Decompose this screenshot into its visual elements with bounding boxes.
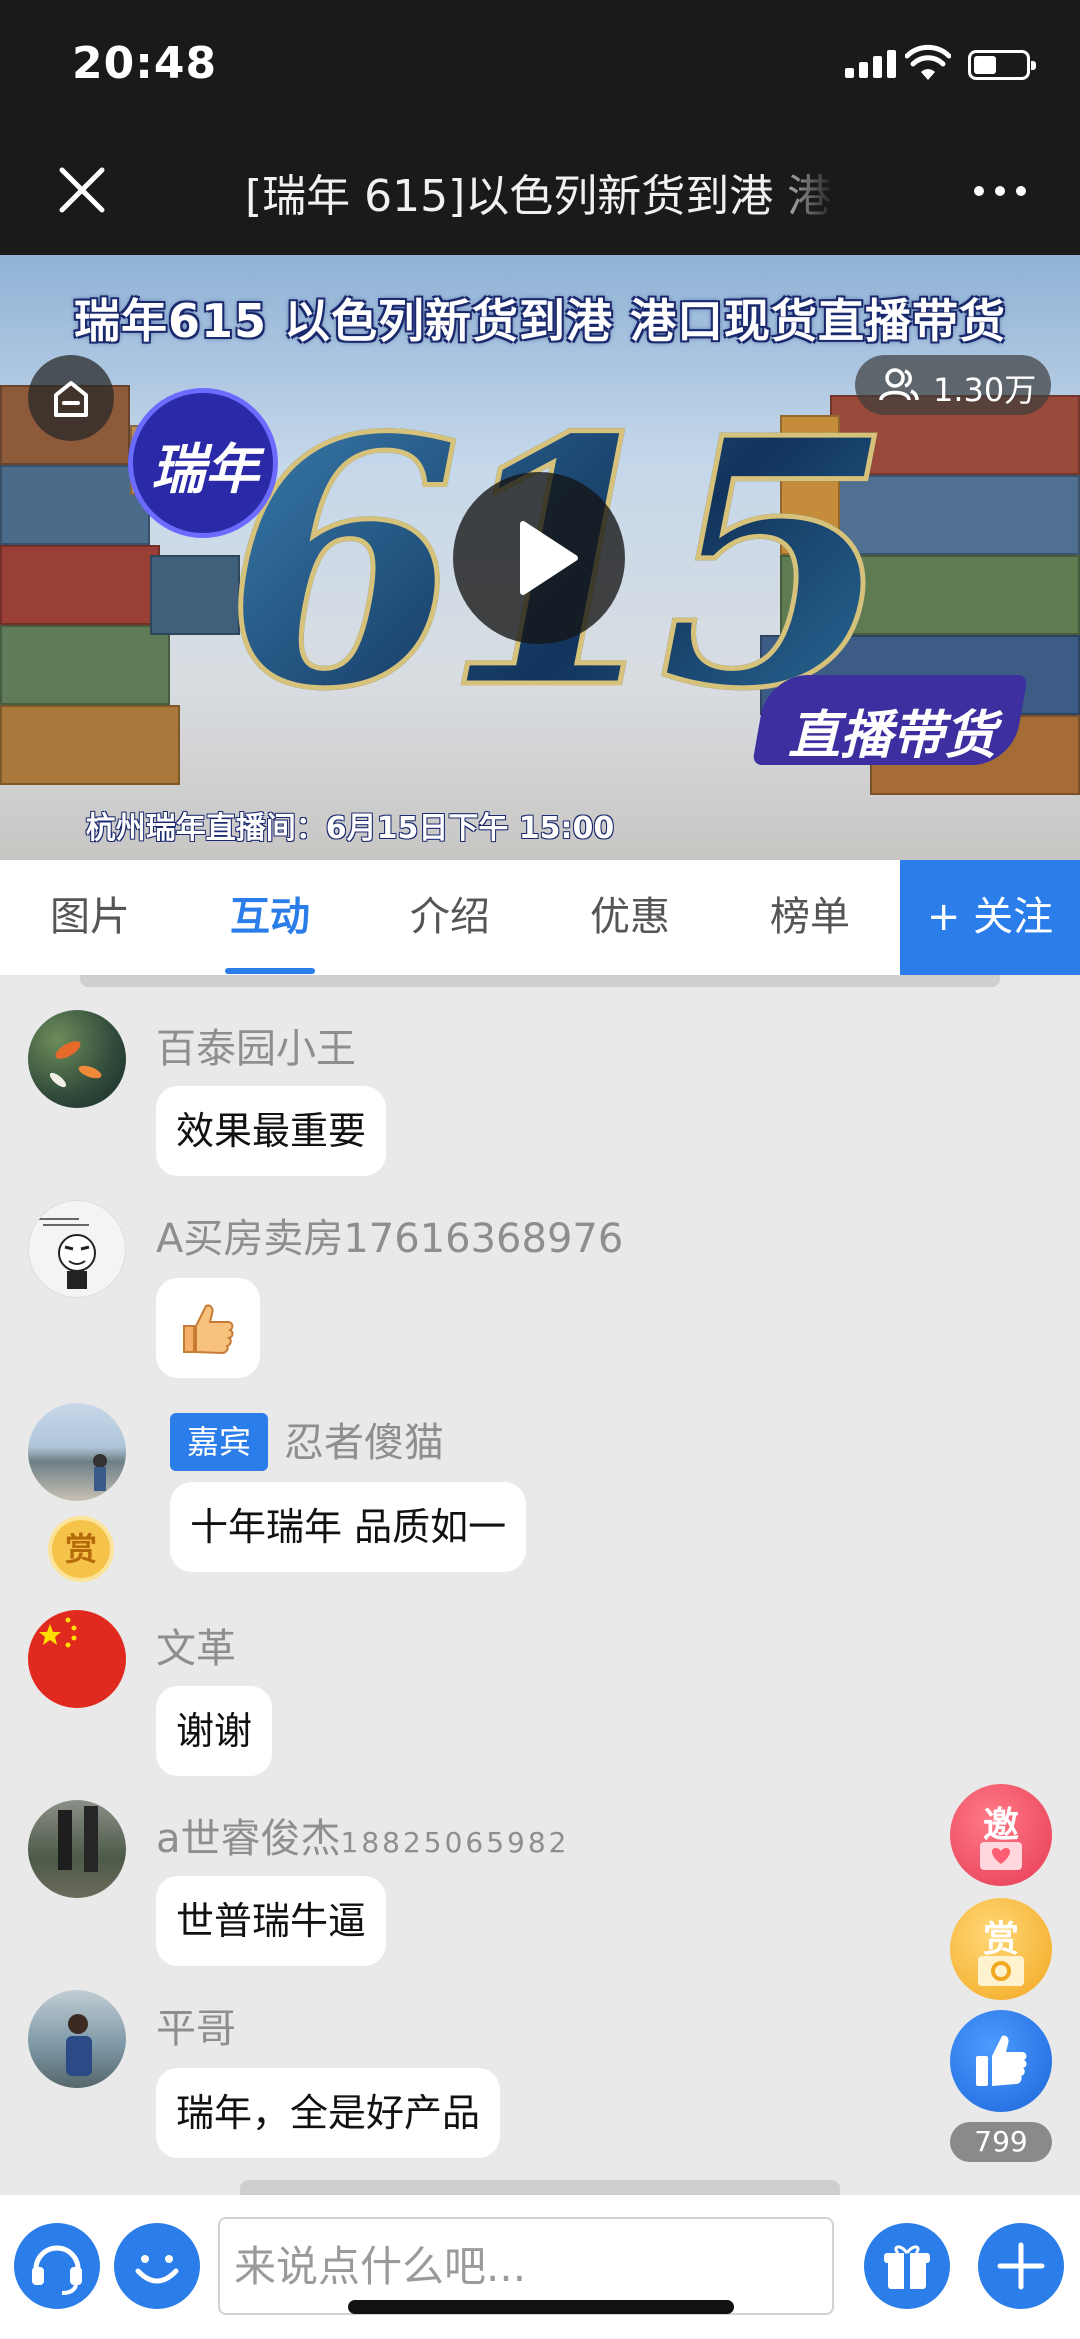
tab-pictures[interactable]: 图片 [0, 860, 180, 975]
koi-avatar-image [49, 1041, 102, 1088]
wifi-icon [905, 44, 951, 80]
viewer-count-pill: 1.30万 [855, 355, 1051, 415]
coin-icon [978, 1956, 1024, 1986]
username: 文革 [156, 1626, 236, 1672]
more-options-icon[interactable] [970, 170, 1030, 210]
guest-tag: 嘉宾 [170, 1413, 268, 1471]
message-bubble: 谢谢 [156, 1686, 273, 1776]
tab-ranking[interactable]: 榜单 [720, 860, 900, 975]
customer-service-button[interactable] [14, 2223, 100, 2309]
flag-avatar-image [39, 1617, 77, 1648]
like-count: 799 [950, 2122, 1052, 2162]
page-title: [瑞年 615]以色列新货到港 港口现货直播带货 [245, 171, 835, 220]
headset-icon [32, 2245, 82, 2295]
heart-envelope-icon [980, 1842, 1022, 1870]
status-time: 20:48 [72, 38, 218, 89]
tab-introduction[interactable]: 介绍 [360, 860, 540, 975]
reward-button[interactable]: 赏 [950, 1898, 1052, 2000]
message-bubble: 效果最重要 [156, 1086, 387, 1176]
broadcast-schedule: 杭州瑞年直播间：6月15日下午 15:00 [85, 811, 615, 846]
person-avatar-image [66, 2014, 92, 2076]
active-tab-indicator [225, 968, 315, 974]
invite-button[interactable]: 邀 [950, 1784, 1052, 1886]
live-commerce-text: 直播带货 [787, 706, 996, 766]
battery-icon [968, 50, 1036, 80]
meme-avatar-image [39, 1218, 96, 1289]
cellular-signal-icon [845, 50, 897, 78]
thumbs-up-emoji-icon [183, 1304, 234, 1355]
play-icon [520, 521, 578, 595]
avatar[interactable] [28, 1800, 126, 1898]
username: a世睿俊杰18825065982 [156, 1816, 570, 1862]
more-actions-button[interactable] [978, 2223, 1064, 2309]
follow-button[interactable]: + 关注 [900, 860, 1080, 975]
username: 平哥 [156, 2006, 236, 2052]
reward-badge: 赏 [48, 1516, 114, 1582]
message-bubble: 十年瑞年 品质如一 [170, 1482, 527, 1572]
smiley-icon [135, 2255, 179, 2284]
message-bubble: 瑞年，全是好产品 [156, 2068, 501, 2158]
nav-bar: [瑞年 615]以色列新货到港 港口现货直播带货 [0, 130, 1080, 255]
bottom-input-bar [0, 2195, 1080, 2339]
message-bubble [156, 1278, 260, 1378]
divider [80, 975, 1000, 987]
avatar[interactable] [28, 1200, 126, 1298]
tab-interaction[interactable]: 互动 [180, 860, 360, 975]
brand-logo-text: 瑞年 [151, 438, 259, 501]
avatar[interactable] [28, 1403, 126, 1501]
figures-avatar-image [58, 1806, 98, 1872]
message-bubble: 世普瑞牛逼 [156, 1876, 387, 1966]
avatar[interactable] [28, 1010, 126, 1108]
live-video-banner[interactable]: 瑞年615 以色列新货到港 港口现货直播带货 615 瑞年 直播带货 杭州瑞年直… [0, 255, 1080, 860]
viewer-count: 1.30万 [933, 371, 1037, 409]
username: 百泰园小王 [156, 1026, 356, 1072]
avatar[interactable] [28, 1610, 126, 1708]
plus-icon [997, 2242, 1045, 2290]
thumbs-up-icon [976, 2035, 1027, 2086]
close-icon[interactable] [50, 158, 114, 222]
home-icon [54, 381, 88, 417]
like-button[interactable] [950, 2010, 1052, 2112]
username: A买房卖房17616368976 [156, 1216, 624, 1262]
banner-headline: 瑞年615 以色列新货到港 港口现货直播带货 [73, 294, 1007, 348]
tab-offers[interactable]: 优惠 [540, 860, 720, 975]
beach-avatar-image [93, 1454, 107, 1491]
home-indicator [348, 2300, 734, 2314]
username: 忍者傻猫 [284, 1420, 444, 1466]
gift-icon [884, 2245, 930, 2289]
home-button[interactable] [28, 355, 114, 441]
play-button[interactable] [453, 472, 625, 644]
avatar[interactable] [28, 1990, 126, 2088]
gift-button[interactable] [864, 2223, 950, 2309]
emoji-button[interactable] [114, 2223, 200, 2309]
tab-bar: 图片 互动 介绍 优惠 榜单 + 关注 [0, 860, 1080, 975]
status-bar: 20:48 [0, 0, 1080, 130]
people-icon [879, 368, 919, 401]
